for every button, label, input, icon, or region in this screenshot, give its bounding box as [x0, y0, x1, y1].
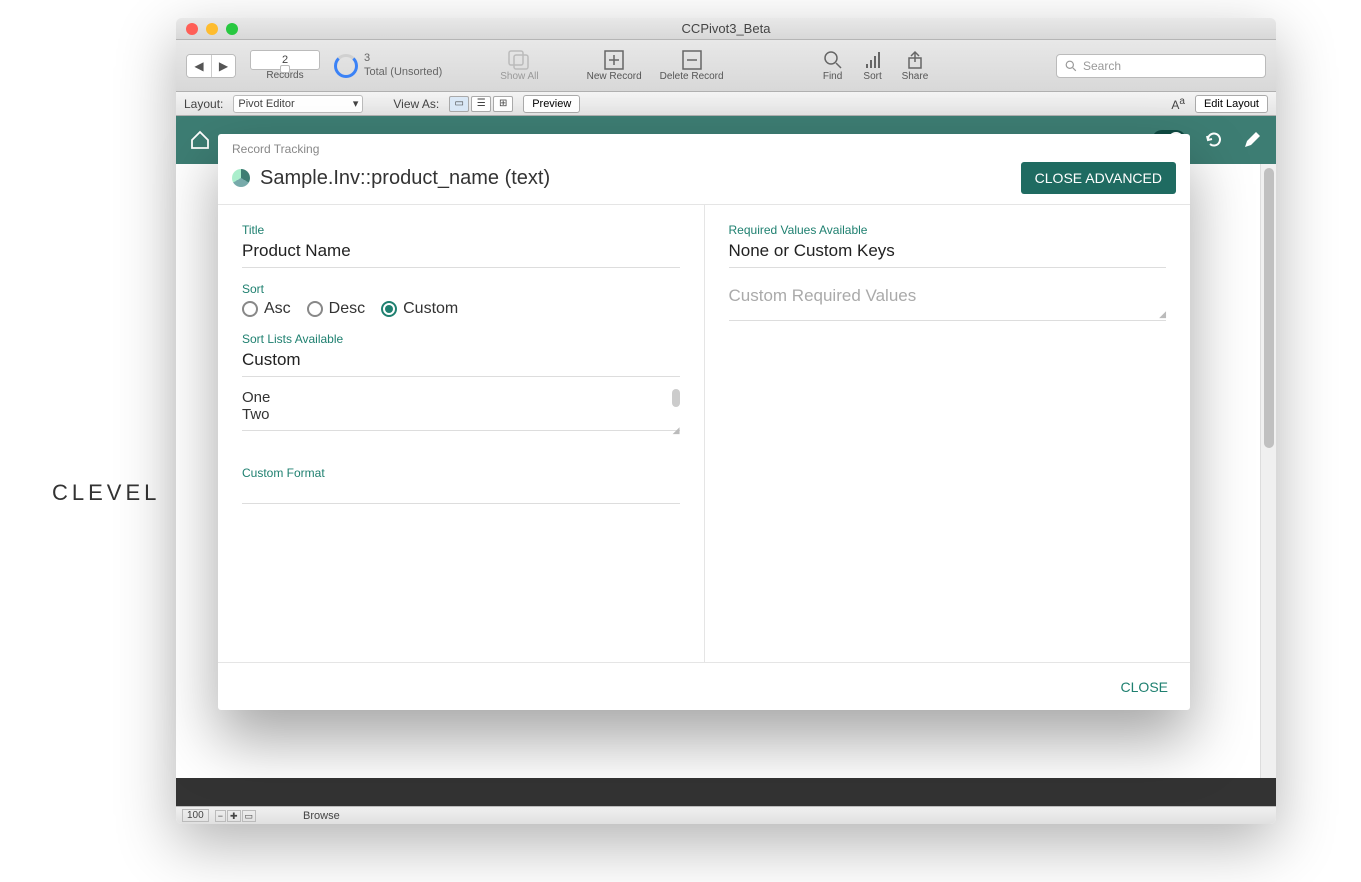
pencil-icon[interactable]	[1242, 130, 1262, 150]
next-record-button[interactable]: ▶	[211, 55, 235, 77]
title-field-label: Title	[242, 223, 680, 237]
sort-desc-label: Desc	[329, 300, 365, 318]
layout-label: Layout:	[184, 97, 223, 111]
total-label: Total (Unsorted)	[364, 66, 442, 79]
sort-radio-group: Asc Desc Custom	[242, 300, 680, 318]
edit-layout-button[interactable]: Edit Layout	[1195, 95, 1268, 113]
dialog-breadcrumb: Record Tracking	[218, 134, 1190, 156]
dialog-header: Sample.Inv::product_name (text) CLOSE AD…	[218, 156, 1190, 205]
bottom-status: 100 −✚▭ Browse	[176, 806, 1276, 824]
record-number-field[interactable]: 2	[250, 50, 320, 70]
radio-icon	[307, 301, 323, 317]
sort-custom-radio[interactable]: Custom	[381, 300, 458, 318]
prev-record-button[interactable]: ◀	[187, 55, 211, 77]
new-record-label: New Record	[587, 71, 642, 82]
required-values-value[interactable]: None or Custom Keys	[729, 241, 1167, 268]
total-count: 3	[364, 52, 442, 65]
title-field-value[interactable]: Product Name	[242, 241, 680, 268]
view-table-button[interactable]: ⊞	[493, 96, 513, 112]
chevron-down-icon: ▾	[353, 97, 359, 110]
sort-lists-label: Sort Lists Available	[242, 332, 680, 346]
show-all-button[interactable]: Show All	[500, 49, 538, 82]
search-icon	[822, 49, 844, 71]
show-all-label: Show All	[500, 71, 538, 82]
sort-list-items-textarea[interactable]	[242, 387, 680, 431]
dialog-left-column: Title Product Name Sort Asc Desc Custom …	[218, 205, 704, 662]
plus-icon	[603, 49, 625, 71]
refresh-icon[interactable]	[1204, 130, 1224, 150]
sort-button[interactable]: Sort	[862, 49, 884, 82]
find-button[interactable]: Find	[822, 49, 844, 82]
mode-label: Browse	[303, 810, 340, 822]
record-count: 3 Total (Unsorted)	[334, 52, 442, 78]
sort-asc-radio[interactable]: Asc	[242, 300, 291, 318]
share-button[interactable]: Share	[902, 49, 929, 82]
sort-field-label: Sort	[242, 282, 680, 296]
sort-custom-label: Custom	[403, 300, 458, 318]
delete-record-button[interactable]: Delete Record	[660, 49, 724, 82]
radio-icon	[381, 301, 397, 317]
sort-label: Sort	[863, 71, 881, 82]
close-advanced-button[interactable]: CLOSE ADVANCED	[1021, 162, 1176, 194]
view-as-buttons: ▭ ☰ ⊞	[449, 96, 513, 112]
search-input[interactable]: Search	[1056, 54, 1266, 78]
viewas-label: View As:	[393, 97, 439, 111]
record-slider-thumb[interactable]	[280, 65, 290, 73]
sort-icon	[862, 49, 884, 71]
search-placeholder: Search	[1083, 59, 1121, 73]
required-values-label: Required Values Available	[729, 223, 1167, 237]
scrollbar-thumb[interactable]	[1264, 168, 1274, 448]
record-slider: 2 Records	[250, 50, 320, 81]
new-record-button[interactable]: New Record	[587, 49, 642, 82]
textarea-scrollbar-thumb[interactable]	[672, 389, 680, 407]
brand-text: CLEVEL	[52, 480, 160, 506]
layout-value: Pivot Editor	[238, 98, 294, 110]
layout-bar: Layout: Pivot Editor ▾ View As: ▭ ☰ ⊞ Pr…	[176, 92, 1276, 116]
preview-button[interactable]: Preview	[523, 95, 580, 113]
home-icon[interactable]	[190, 130, 210, 150]
view-form-button[interactable]: ▭	[449, 96, 469, 112]
sort-lists-value[interactable]: Custom	[242, 350, 680, 377]
footer-bar	[176, 778, 1276, 806]
share-label: Share	[902, 71, 929, 82]
delete-record-label: Delete Record	[660, 71, 724, 82]
share-icon	[904, 49, 926, 71]
toolbar: ◀ ▶ 2 Records 3 Total (Unsorted) Show Al…	[176, 40, 1276, 92]
view-list-button[interactable]: ☰	[471, 96, 491, 112]
sort-asc-label: Asc	[264, 300, 291, 318]
titlebar: CCPivot3_Beta	[176, 18, 1276, 40]
show-all-icon	[508, 49, 530, 71]
zoom-level[interactable]: 100	[182, 809, 209, 822]
layout-select[interactable]: Pivot Editor ▾	[233, 95, 363, 113]
dialog-title: Sample.Inv::product_name (text)	[260, 167, 1021, 190]
search-icon	[1065, 60, 1077, 72]
field-edit-dialog: Record Tracking Sample.Inv::product_name…	[218, 134, 1190, 710]
custom-required-textarea[interactable]: Custom Required Values ◢	[729, 286, 1167, 321]
close-button[interactable]: CLOSE	[1121, 679, 1168, 695]
custom-format-value[interactable]	[242, 484, 680, 504]
pie-chart-icon	[232, 169, 250, 187]
resize-grip-icon[interactable]: ◢	[673, 425, 680, 436]
sort-desc-radio[interactable]: Desc	[307, 300, 365, 318]
window-title: CCPivot3_Beta	[176, 21, 1276, 36]
dialog-body: Title Product Name Sort Asc Desc Custom …	[218, 205, 1190, 662]
text-format-icon[interactable]: Aa	[1171, 96, 1185, 112]
pie-icon	[334, 54, 358, 78]
custom-format-label: Custom Format	[242, 466, 680, 480]
radio-icon	[242, 301, 258, 317]
find-label: Find	[823, 71, 842, 82]
record-nav: ◀ ▶	[186, 54, 236, 78]
vertical-scrollbar[interactable]	[1260, 164, 1276, 808]
dialog-right-column: Required Values Available None or Custom…	[704, 205, 1191, 662]
resize-grip-icon[interactable]: ◢	[1159, 309, 1166, 320]
status-widgets[interactable]: −✚▭	[215, 810, 257, 822]
minus-icon	[681, 49, 703, 71]
custom-required-placeholder: Custom Required Values	[729, 286, 917, 305]
dialog-footer: CLOSE	[218, 662, 1190, 710]
